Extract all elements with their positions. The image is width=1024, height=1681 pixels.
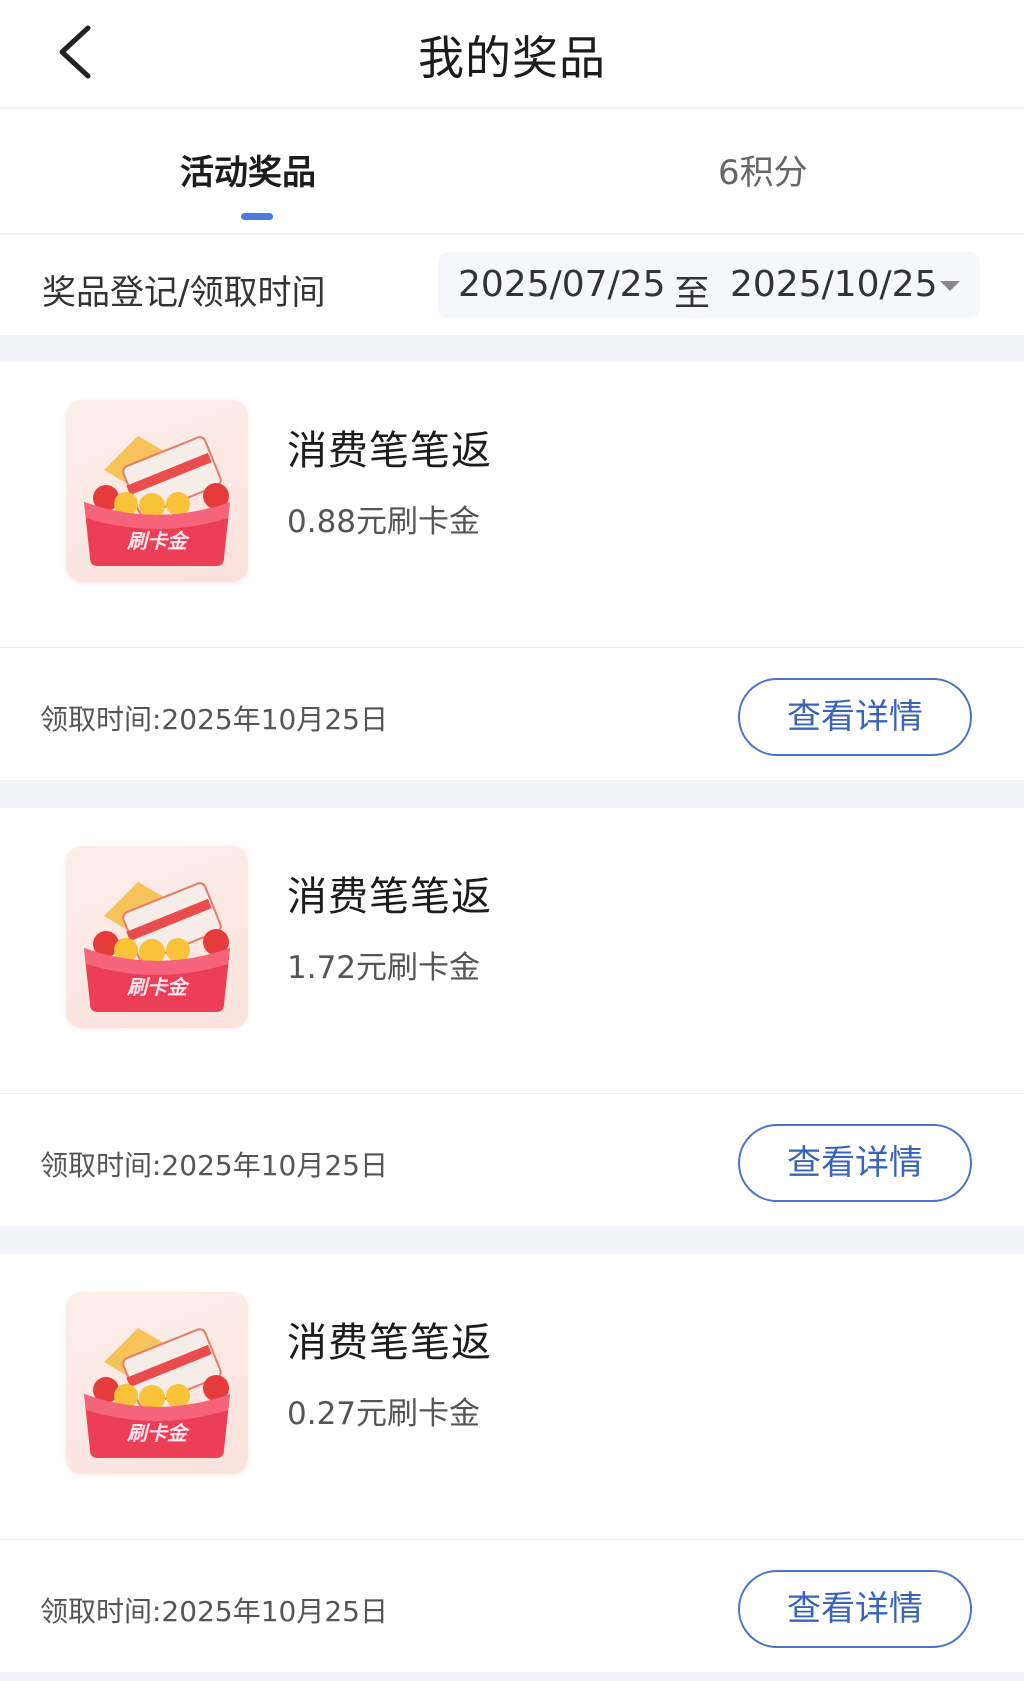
card-credit-thumbnail: 刷卡金	[66, 1292, 248, 1474]
prize-card-body: 刷卡金 消费笔笔返 1.72元刷卡金	[0, 808, 1024, 1094]
claim-time: 领取时间:2025年10月25日	[40, 703, 388, 736]
prize-card-body: 刷卡金 消费笔笔返 0.88元刷卡金	[0, 362, 1024, 648]
tab-bar: 活动奖品 6积分	[0, 109, 1024, 234]
date-range-picker[interactable]: 2025/07/25 至 2025/10/25	[438, 252, 980, 318]
red-envelope-icon: 刷卡金	[84, 1328, 230, 1458]
top-nav-bar: 我的奖品	[0, 0, 1024, 108]
tab-activity-prizes[interactable]: 活动奖品	[180, 145, 316, 194]
claim-time: 领取时间:2025年10月25日	[40, 1149, 388, 1182]
prize-card-body: 刷卡金 消费笔笔返 0.27元刷卡金	[0, 1254, 1024, 1540]
page-title: 我的奖品	[418, 31, 606, 85]
date-start: 2025/07/25	[458, 264, 666, 305]
view-details-button[interactable]: 查看详情	[738, 1570, 972, 1648]
tab-points[interactable]: 6积分	[718, 145, 808, 194]
thumb-label: 刷卡金	[126, 529, 190, 553]
card-credit-thumbnail: 刷卡金	[66, 846, 248, 1028]
thumb-label: 刷卡金	[126, 1421, 190, 1445]
red-envelope-icon: 刷卡金	[84, 882, 230, 1012]
prize-name: 消费笔笔返	[287, 1320, 492, 1366]
date-end: 2025/10/25	[730, 264, 938, 305]
claim-time: 领取时间:2025年10月25日	[40, 1595, 388, 1628]
prize-name: 消费笔笔返	[287, 874, 492, 920]
date-separator: 至	[674, 273, 711, 314]
prize-card: 刷卡金 消费笔笔返 0.27元刷卡金 领取时间:2025年10月25日 查看详情	[0, 1254, 1024, 1672]
prize-amount: 1.72元刷卡金	[287, 950, 481, 986]
view-details-button[interactable]: 查看详情	[738, 1124, 972, 1202]
prize-name: 消费笔笔返	[287, 428, 492, 474]
date-filter-bar: 奖品登记/领取时间 2025/07/25 至 2025/10/25	[0, 235, 1024, 335]
prize-card: 刷卡金 消费笔笔返 1.72元刷卡金 领取时间:2025年10月25日 查看详情	[0, 808, 1024, 1226]
active-tab-indicator	[241, 213, 273, 220]
dropdown-arrow-icon	[940, 281, 960, 291]
thumb-label: 刷卡金	[126, 975, 190, 999]
prize-amount: 0.27元刷卡金	[287, 1396, 481, 1432]
filter-label: 奖品登记/领取时间	[42, 273, 326, 313]
prize-amount: 0.88元刷卡金	[287, 504, 481, 540]
view-details-button[interactable]: 查看详情	[738, 678, 972, 756]
red-envelope-icon: 刷卡金	[84, 436, 230, 566]
card-credit-thumbnail: 刷卡金	[66, 400, 248, 582]
prize-card: 刷卡金 消费笔笔返 0.88元刷卡金 领取时间:2025年10月25日 查看详情	[0, 362, 1024, 780]
